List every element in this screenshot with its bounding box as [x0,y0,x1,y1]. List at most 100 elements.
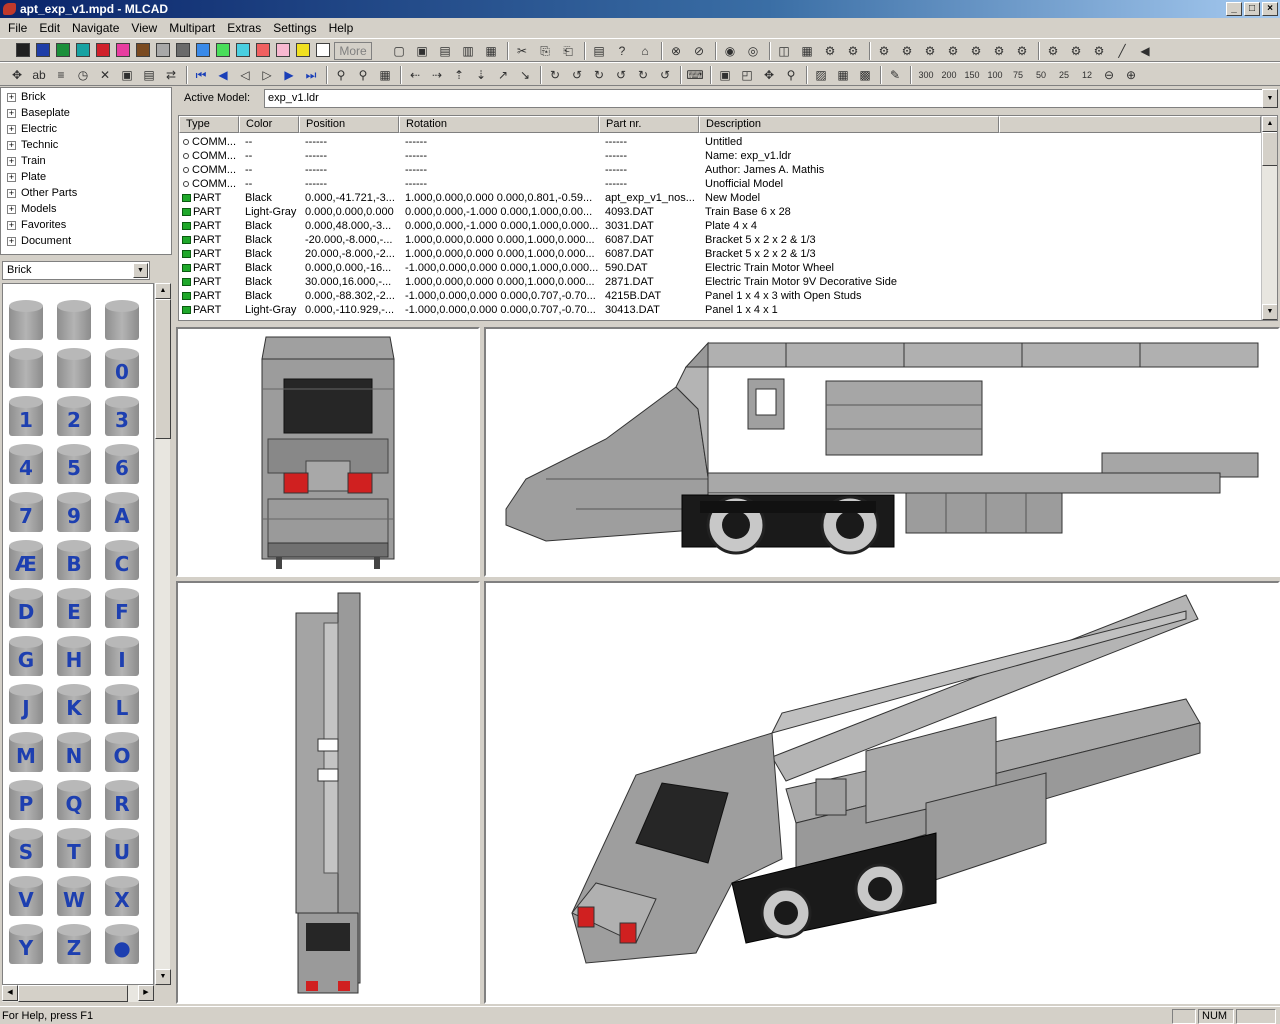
color-swatch-3[interactable] [76,43,90,57]
palette-brick[interactable]: E [54,586,94,630]
palette-brick[interactable]: I [102,634,142,678]
rotate-x-icon[interactable]: ↻ [546,66,564,84]
bulb-icon[interactable]: ◫ [775,42,793,60]
expand-icon[interactable]: + [7,204,16,214]
scroll-thumb[interactable] [18,985,128,1002]
palette-brick[interactable]: C [102,538,142,582]
expand-icon[interactable]: + [7,124,16,134]
zoom-75-icon[interactable]: 75 [1008,66,1028,84]
palette-brick[interactable]: V [6,874,46,918]
zoom-25-icon[interactable]: 25 [1054,66,1074,84]
ldraw-icon[interactable]: ⚙ [844,42,862,60]
image-icon[interactable]: ▣ [118,66,136,84]
palette-brick[interactable]: J [6,682,46,726]
palette-brick[interactable]: H [54,634,94,678]
palette-brick[interactable]: W [54,874,94,918]
move-icon[interactable]: ✥ [8,66,26,84]
paste-icon[interactable]: ⎗ [559,42,577,60]
stack-icon[interactable]: ⚙ [967,42,985,60]
color-swatch-11[interactable] [236,43,250,57]
palette-brick[interactable] [54,346,94,390]
grid-coarse-icon[interactable]: ▩ [856,66,874,84]
color-swatch-1[interactable] [36,43,50,57]
swap-icon[interactable]: ⇄ [162,66,180,84]
color-swatch-7[interactable] [156,43,170,57]
first-step-icon[interactable]: ⏮ [192,66,210,84]
person-icon[interactable]: ⚙ [944,42,962,60]
copy-icon[interactable]: ⎘ [536,42,554,60]
color-swatch-5[interactable] [116,43,130,57]
move-b-icon[interactable]: ↘ [516,66,534,84]
scroll-down-icon[interactable]: ▼ [1262,304,1277,320]
select-icon[interactable]: ◰ [738,66,756,84]
expand-icon[interactable]: + [7,188,16,198]
expand-icon[interactable]: + [7,92,16,102]
new-icon[interactable]: ▢ [390,42,408,60]
palette-brick[interactable]: B [54,538,94,582]
palette-brick[interactable]: 9 [54,490,94,534]
menu-help[interactable]: Help [323,21,360,35]
zoom-200-icon[interactable]: 200 [939,66,959,84]
table-row[interactable]: PART Black 0.000,0.000,-16... -1.000,0.000,… [179,261,1261,275]
table-row[interactable]: PART Black 20.000,-8.000,-2... 1.000,0.000,… [179,247,1261,261]
move-neg-icon[interactable]: ⇣ [472,66,490,84]
open-icon[interactable]: ▣ [413,42,431,60]
palette-brick[interactable]: T [54,826,94,870]
more-colors-button[interactable]: More [334,42,372,60]
tool-icon[interactable]: ⚙ [921,42,939,60]
color-swatch-14[interactable] [296,43,310,57]
menu-edit[interactable]: Edit [33,21,66,35]
rotate-a-icon[interactable]: ↺ [612,66,630,84]
table-row[interactable]: PART Light-Gray 0.000,-110.929,-... -1.000,… [179,303,1261,317]
tree-item-technic[interactable]: + Technic [7,137,58,153]
color-swatch-4[interactable] [96,43,110,57]
viewport-front[interactable] [176,327,480,577]
menu-settings[interactable]: Settings [267,21,322,35]
palette-brick[interactable]: F [102,586,142,630]
pan-icon[interactable]: ✥ [760,66,778,84]
palette-brick[interactable]: Q [54,778,94,822]
config-icon[interactable]: ⚙ [1013,42,1031,60]
palette-brick[interactable]: 2 [54,394,94,438]
color-swatch-15[interactable] [316,43,330,57]
zoom-part-icon[interactable]: ⚲ [332,66,350,84]
prev-step-icon[interactable]: ◀ [214,66,232,84]
palette-brick[interactable]: 4 [6,442,46,486]
chevron-down-icon[interactable]: ▼ [133,263,148,278]
palette-brick[interactable]: A [102,490,142,534]
palette-brick[interactable]: 0 [102,346,142,390]
bulb-off-icon[interactable]: ▦ [798,42,816,60]
pencil-icon[interactable]: ✎ [886,66,904,84]
pen-icon[interactable]: ⚙ [1044,42,1062,60]
next-step-icon[interactable]: ▶ [280,66,298,84]
viewport-3d[interactable] [484,581,1280,1004]
table-row[interactable]: PART Black 0.000,48.000,-3... 0.000,0.000,-… [179,219,1261,233]
hammer-icon[interactable]: ⊗ [667,42,685,60]
table-row[interactable]: COMM... -- ------ ------ ------ Author: James… [179,163,1261,177]
rotate-z-icon[interactable]: ↻ [590,66,608,84]
menu-multipart[interactable]: Multipart [163,21,221,35]
table-row[interactable]: PART Light-Gray 0.000,0.000,0.000 0.000,0.0… [179,205,1261,219]
wireframe-icon[interactable]: ▨ [812,66,830,84]
tree-item-baseplate[interactable]: + Baseplate [7,105,70,121]
scroll-up-icon[interactable]: ▲ [155,283,171,299]
tree-item-plate[interactable]: + Plate [7,169,46,185]
viewport-top[interactable] [176,581,480,1004]
color-swatch-12[interactable] [256,43,270,57]
palette-brick[interactable]: 3 [102,394,142,438]
pattern-icon[interactable]: ⚙ [821,42,839,60]
tree-item-train[interactable]: + Train [7,153,46,169]
last-step-icon[interactable]: ⏭ [302,66,320,84]
viewport-side[interactable] [484,327,1280,577]
zoom-100-icon[interactable]: 100 [985,66,1005,84]
palette-brick[interactable]: S [6,826,46,870]
scroll-right-icon[interactable]: ▶ [138,985,154,1001]
palette-brick[interactable]: 6 [102,442,142,486]
keyboard-icon[interactable]: ⌨ [686,66,704,84]
tree-item-brick[interactable]: + Brick [7,89,45,105]
arrow-left-icon[interactable]: ⚙ [1067,42,1085,60]
color-swatch-8[interactable] [176,43,190,57]
table-row[interactable]: PART Black -20.000,-8.000,-... 1.000,0.000,… [179,233,1261,247]
print-icon[interactable]: ▤ [590,42,608,60]
expand-icon[interactable]: + [7,156,16,166]
